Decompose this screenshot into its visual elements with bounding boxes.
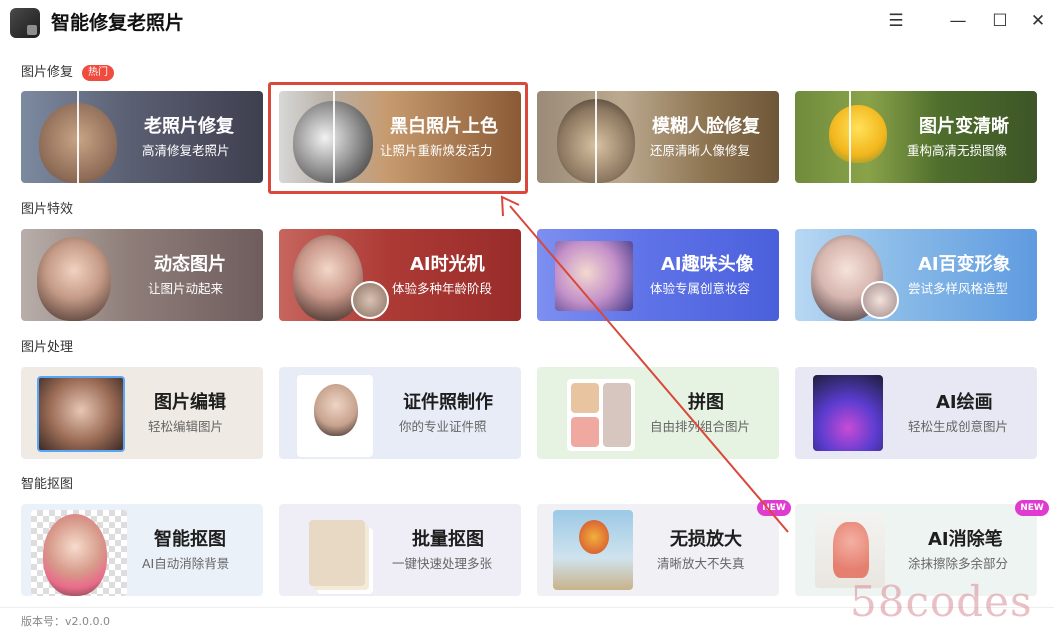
- section-label-repair: 图片修复: [21, 65, 74, 80]
- aged-face-icon: [351, 281, 389, 319]
- hot-air-balloon-icon: [579, 520, 609, 554]
- card-title: AI百变形象: [918, 254, 1011, 275]
- title-bar: 智能修复老照片 ☰ — ☐ ✕: [0, 0, 1054, 44]
- collage-tile: [603, 383, 631, 447]
- card-old-photo-repair[interactable]: 老照片修复 高清修复老照片: [21, 91, 263, 183]
- card-subtitle: 清晰放大不失真: [657, 556, 745, 571]
- handbag-stack-icon: [309, 520, 365, 586]
- card-title: 拼图: [688, 392, 724, 413]
- edit-photo-icon: [37, 376, 125, 452]
- app-title: 智能修复老照片: [51, 12, 185, 34]
- id-photo-icon: [297, 375, 373, 457]
- card-collage[interactable]: 拼图 自由排列组合图片: [537, 367, 779, 459]
- card-lossless-upscale[interactable]: 无损放大 清晰放大不失真: [537, 504, 779, 596]
- card-ai-time-machine[interactable]: AI时光机 体验多种年龄阶段: [279, 229, 521, 321]
- compare-divider: [333, 91, 335, 183]
- compare-divider: [77, 91, 79, 183]
- card-subtitle: 自由排列组合图片: [650, 419, 751, 434]
- compare-divider: [849, 91, 851, 183]
- card-subtitle: 轻松生成创意图片: [908, 419, 1009, 434]
- watermark: 58codes: [850, 577, 1033, 626]
- card-batch-cutout[interactable]: 批量抠图 一键快速处理多张: [279, 504, 521, 596]
- card-dynamic-photo[interactable]: 动态图片 让图片动起来: [21, 229, 263, 321]
- card-subtitle: 高清修复老照片: [142, 143, 230, 158]
- card-subtitle: 尝试多样风格造型: [908, 281, 1009, 296]
- card-title: AI绘画: [936, 392, 993, 413]
- card-title: 老照片修复: [144, 116, 234, 137]
- card-ai-fun-avatar[interactable]: AI趣味头像 体验专属创意妆容: [537, 229, 779, 321]
- section-label-effects: 图片特效: [21, 202, 74, 217]
- coral-object-icon: [833, 522, 869, 578]
- card-title: 智能抠图: [154, 529, 226, 550]
- card-subtitle: 你的专业证件照: [399, 419, 487, 434]
- card-subtitle: 让图片动起来: [148, 281, 224, 296]
- hot-badge: 热门: [82, 65, 114, 81]
- card-title: 批量抠图: [412, 529, 484, 550]
- card-title: 动态图片: [154, 254, 226, 275]
- collage-icon: [567, 379, 635, 451]
- card-subtitle: 涂抹擦除多余部分: [908, 556, 1009, 571]
- card-title: 无损放大: [670, 529, 742, 550]
- app-logo-icon: [10, 8, 40, 38]
- card-title: 图片变清晰: [919, 116, 1009, 137]
- card-subtitle: 重构高清无损图像: [907, 143, 1008, 158]
- card-image-sharpen[interactable]: 图片变清晰 重构高清无损图像: [795, 91, 1037, 183]
- collage-tile: [571, 417, 599, 447]
- card-ai-painting[interactable]: AI绘画 轻松生成创意图片: [795, 367, 1037, 459]
- collage-tile: [571, 383, 599, 413]
- card-title: 证件照制作: [403, 392, 493, 413]
- woman-thinking-icon: [37, 237, 111, 321]
- card-title: 黑白照片上色: [390, 116, 498, 137]
- cutout-preview-icon: [31, 510, 127, 596]
- card-title: 图片编辑: [154, 392, 226, 413]
- card-smart-cutout[interactable]: 智能抠图 AI自动消除背景: [21, 504, 263, 596]
- man-portrait-icon: [314, 384, 358, 436]
- card-subtitle: AI自动消除背景: [142, 556, 230, 571]
- minimize-icon[interactable]: —: [947, 10, 969, 32]
- style-avatar-icon: [861, 281, 899, 319]
- section-label-processing: 图片处理: [21, 340, 74, 355]
- version-label: 版本号：v2.0.0.0: [21, 615, 110, 628]
- new-badge: NEW: [757, 500, 791, 516]
- card-subtitle: 体验多种年龄阶段: [392, 281, 493, 296]
- card-subtitle: 一键快速处理多张: [392, 556, 493, 571]
- card-title: 模糊人脸修复: [652, 116, 760, 137]
- card-title: AI趣味头像: [661, 254, 754, 275]
- ai-painting-icon: [813, 375, 883, 451]
- makeup-portrait-icon: [555, 241, 633, 311]
- card-title: AI消除笔: [928, 529, 1003, 550]
- card-subtitle: 体验专属创意妆容: [650, 281, 751, 296]
- balloon-photo-icon: [553, 510, 633, 590]
- card-blurry-face-repair[interactable]: 模糊人脸修复 还原清晰人像修复: [537, 91, 779, 183]
- section-label-cutout: 智能抠图: [21, 477, 74, 492]
- card-subtitle: 还原清晰人像修复: [650, 143, 751, 158]
- card-id-photo[interactable]: 证件照制作 你的专业证件照: [279, 367, 521, 459]
- menu-icon[interactable]: ☰: [885, 10, 907, 32]
- flower-crown-woman-icon: [43, 514, 107, 596]
- maximize-icon[interactable]: ☐: [989, 10, 1011, 32]
- compare-divider: [595, 91, 597, 183]
- close-icon[interactable]: ✕: [1027, 10, 1049, 32]
- flower-icon: [829, 105, 887, 163]
- card-ai-style-avatar[interactable]: AI百变形象 尝试多样风格造型: [795, 229, 1037, 321]
- new-badge: NEW: [1015, 500, 1049, 516]
- card-title: AI时光机: [410, 254, 485, 275]
- card-colorize-bw-photo[interactable]: 黑白照片上色 让照片重新焕发活力: [279, 91, 521, 183]
- card-subtitle: 轻松编辑图片: [148, 419, 224, 434]
- card-subtitle: 让照片重新焕发活力: [380, 143, 493, 158]
- card-image-edit[interactable]: 图片编辑 轻松编辑图片: [21, 367, 263, 459]
